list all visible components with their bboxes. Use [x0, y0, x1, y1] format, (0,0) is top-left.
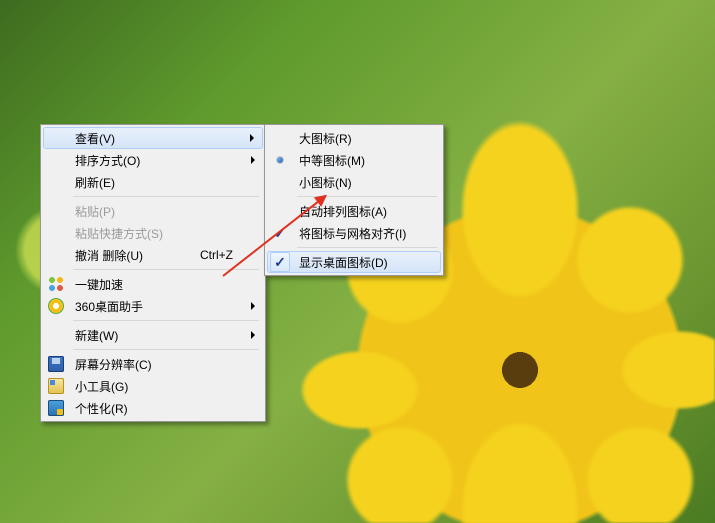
- menu-label: 小工具(G): [75, 378, 233, 395]
- resolution-icon: [47, 355, 65, 373]
- menu-label: 新建(W): [75, 327, 233, 344]
- menu-label: 排序方式(O): [75, 152, 233, 169]
- radio-selected-icon: [269, 150, 291, 170]
- view-submenu: 大图标(R) 中等图标(M) 小图标(N) 自动排列图标(A) ✓ 将图标与网格…: [264, 124, 444, 276]
- menu-label: 中等图标(M): [299, 152, 411, 169]
- menu-label: 查看(V): [75, 130, 233, 147]
- submenu-item-small-icons[interactable]: 小图标(N): [267, 171, 441, 193]
- desktop-context-menu: 查看(V) 排序方式(O) 刷新(E) 粘贴(P) 粘贴快捷方式(S) 撤消 删…: [40, 124, 266, 422]
- desktop-background[interactable]: 查看(V) 排序方式(O) 刷新(E) 粘贴(P) 粘贴快捷方式(S) 撤消 删…: [0, 0, 715, 523]
- menu-label: 撤消 删除(U): [75, 247, 180, 264]
- submenu-item-large-icons[interactable]: 大图标(R): [267, 127, 441, 149]
- menu-item-gadgets[interactable]: 小工具(G): [43, 375, 263, 397]
- menu-item-360-desktop-helper[interactable]: 360桌面助手: [43, 295, 263, 317]
- menu-label: 大图标(R): [299, 130, 411, 147]
- menu-item-refresh[interactable]: 刷新(E): [43, 171, 263, 193]
- menu-item-screen-resolution[interactable]: 屏幕分辨率(C): [43, 353, 263, 375]
- menu-separator: [73, 317, 263, 324]
- menu-label: 将图标与网格对齐(I): [299, 225, 411, 242]
- submenu-item-show-desktop-icons[interactable]: ✓ 显示桌面图标(D): [267, 251, 441, 273]
- menu-label: 360桌面助手: [75, 298, 233, 315]
- submenu-item-medium-icons[interactable]: 中等图标(M): [267, 149, 441, 171]
- menu-item-personalize[interactable]: 个性化(R): [43, 397, 263, 419]
- menu-item-sort[interactable]: 排序方式(O): [43, 149, 263, 171]
- menu-label: 刷新(E): [75, 174, 233, 191]
- accel-icon: [47, 275, 65, 293]
- menu-item-paste-shortcut: 粘贴快捷方式(S): [43, 222, 263, 244]
- menu-item-paste: 粘贴(P): [43, 200, 263, 222]
- menu-label: 自动排列图标(A): [299, 203, 411, 220]
- menu-item-undo-delete[interactable]: 撤消 删除(U) Ctrl+Z: [43, 244, 263, 266]
- submenu-arrow-icon: [251, 156, 255, 164]
- personalize-icon: [47, 399, 65, 417]
- menu-shortcut: Ctrl+Z: [200, 248, 233, 262]
- menu-label: 显示桌面图标(D): [299, 254, 411, 271]
- menu-separator: [73, 346, 263, 353]
- menu-label: 粘贴(P): [75, 203, 233, 220]
- menu-separator: [297, 244, 441, 251]
- menu-label: 屏幕分辨率(C): [75, 356, 233, 373]
- menu-label: 粘贴快捷方式(S): [75, 225, 233, 242]
- menu-item-new[interactable]: 新建(W): [43, 324, 263, 346]
- menu-label: 一键加速: [75, 276, 233, 293]
- 360-icon: [47, 297, 65, 315]
- gadgets-icon: [47, 377, 65, 395]
- submenu-arrow-icon: [251, 302, 255, 310]
- menu-item-one-click-accel[interactable]: 一键加速: [43, 273, 263, 295]
- menu-label: 个性化(R): [75, 400, 233, 417]
- submenu-arrow-icon: [250, 134, 254, 142]
- menu-label: 小图标(N): [299, 174, 411, 191]
- checkmark-icon: ✓: [270, 252, 290, 272]
- menu-separator: [73, 193, 263, 200]
- submenu-arrow-icon: [251, 331, 255, 339]
- menu-item-view[interactable]: 查看(V): [43, 127, 263, 149]
- submenu-item-align-to-grid[interactable]: ✓ 将图标与网格对齐(I): [267, 222, 441, 244]
